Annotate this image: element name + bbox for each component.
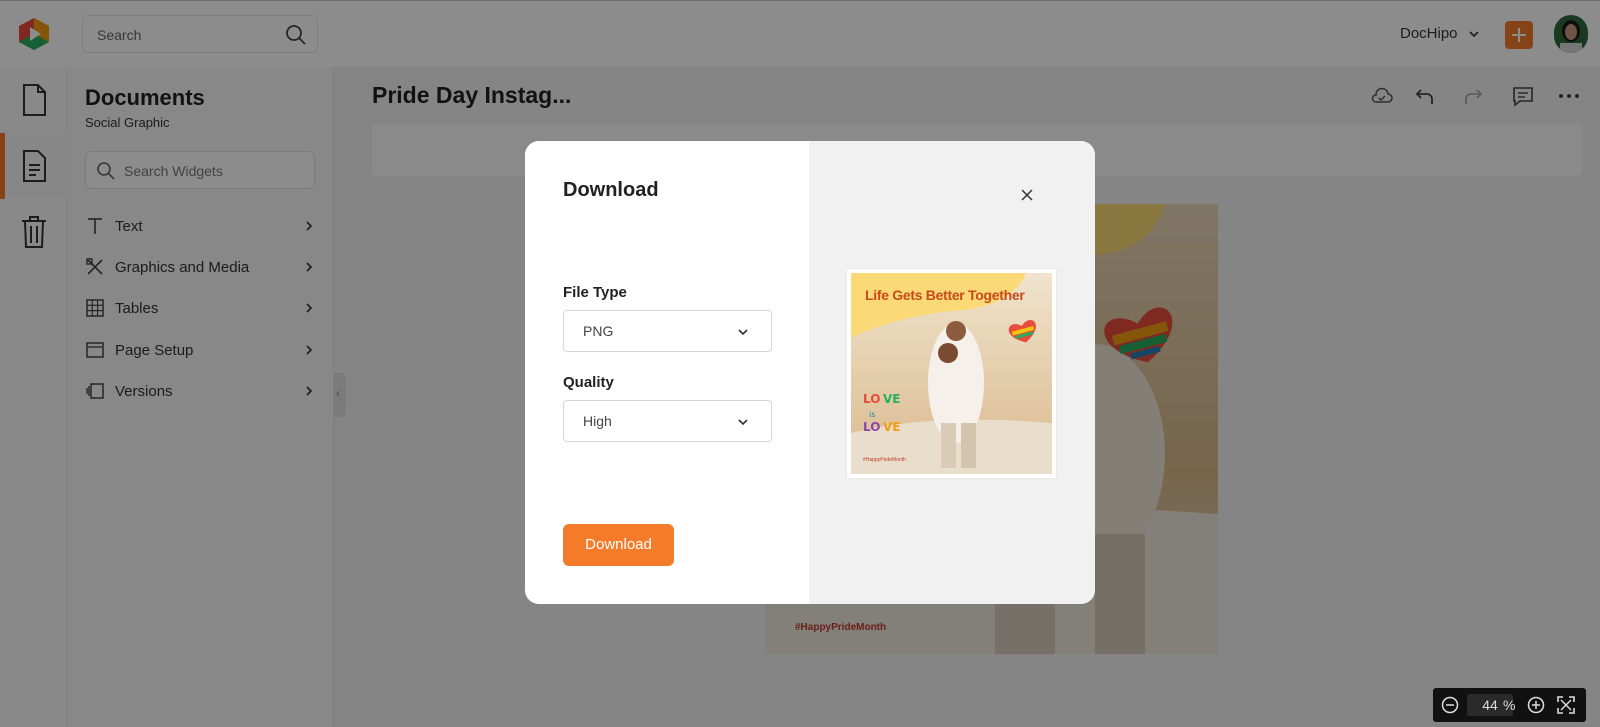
dialog-title: Download: [563, 179, 659, 201]
file-type-select[interactable]: PNG: [563, 310, 772, 352]
quality-select[interactable]: High: [563, 400, 772, 442]
chevron-down-icon: [738, 329, 748, 336]
svg-text:VE: VE: [883, 392, 900, 406]
zoom-unit: %: [1503, 697, 1516, 713]
zoom-in-icon[interactable]: [1527, 696, 1545, 714]
close-icon[interactable]: [1019, 187, 1035, 203]
file-type-value: PNG: [583, 323, 614, 339]
preview-image: LO VE is LO VE: [851, 273, 1052, 474]
svg-text:LO: LO: [863, 420, 880, 434]
svg-text:LO: LO: [863, 392, 880, 406]
preview-hashtag: #HappyPrideMonth: [863, 457, 906, 463]
chevron-down-icon: [738, 419, 748, 426]
design-preview: LO VE is LO VE Life Gets Better Together…: [847, 269, 1056, 478]
download-dialog: Download File Type PNG Quality High Down…: [525, 141, 1095, 604]
svg-text:is: is: [869, 410, 875, 419]
preview-headline: Life Gets Better Together: [865, 287, 1025, 303]
fullscreen-icon[interactable]: [1557, 696, 1575, 714]
svg-text:VE: VE: [883, 420, 900, 434]
file-type-label: File Type: [563, 284, 627, 301]
zoom-control: 44 %: [1433, 688, 1586, 722]
preview-panel: LO VE is LO VE Life Gets Better Together…: [809, 141, 1095, 604]
zoom-out-icon[interactable]: [1441, 696, 1459, 714]
quality-value: High: [583, 413, 612, 429]
download-options-panel: Download File Type PNG Quality High Down…: [525, 141, 809, 604]
download-button[interactable]: Download: [563, 524, 674, 566]
zoom-value: 44: [1482, 697, 1498, 713]
quality-label: Quality: [563, 374, 614, 391]
